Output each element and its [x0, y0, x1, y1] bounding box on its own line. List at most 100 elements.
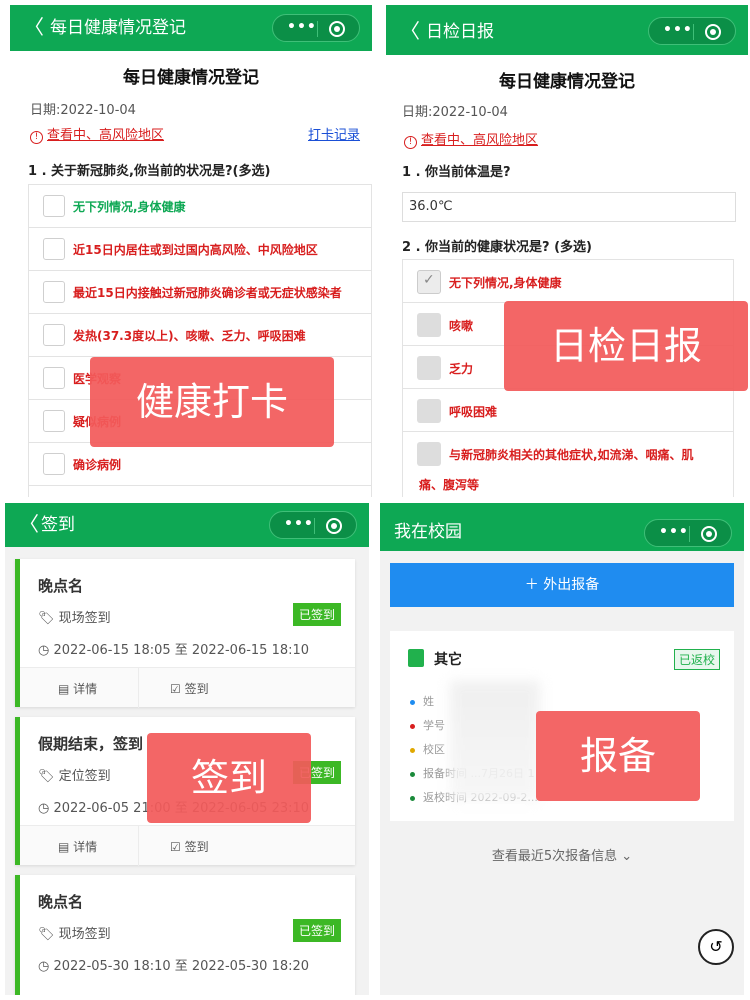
- time-range: ◷ 2022-06-15 18:05 至 2022-06-15 18:10: [38, 643, 310, 658]
- tag-icon: 🏷: [38, 611, 59, 626]
- risk-area-link[interactable]: ! 查看中、高风险地区: [30, 124, 164, 144]
- checkbox-checked[interactable]: ✓: [417, 270, 441, 294]
- miniprogram-capsule[interactable]: •••: [269, 511, 357, 539]
- chevron-down-icon: ⌄: [617, 849, 633, 864]
- option-item[interactable]: 确诊病例: [28, 442, 372, 485]
- card-actions: ▤ 详情 ☑ 签到: [20, 667, 355, 708]
- view-more-link[interactable]: 查看最近5次报备信息 ⌄: [380, 845, 744, 864]
- close-miniprogram-icon[interactable]: [705, 24, 721, 40]
- checkbox[interactable]: [43, 410, 65, 432]
- document-icon: ▤: [58, 682, 74, 696]
- overlay-label: 日检日报: [504, 301, 748, 391]
- status-badge: 已返校: [673, 649, 720, 670]
- info-row: 校区: [410, 741, 445, 757]
- card-title: 其它: [434, 652, 462, 668]
- alert-icon: !: [30, 131, 43, 144]
- calendar-check-icon: ☑: [170, 840, 185, 854]
- overlay-label: 健康打卡: [90, 357, 334, 447]
- tag-icon: 🏷: [38, 927, 59, 942]
- question-2: 2 . 你当前的健康状况是? (多选): [402, 240, 592, 255]
- clock-icon: ◷: [38, 801, 54, 816]
- back-icon[interactable]: 〈: [400, 19, 420, 43]
- date-text: 日期:2022-10-04: [402, 105, 508, 120]
- card-title: 晚点名: [38, 893, 84, 911]
- checkin-record-link[interactable]: 打卡记录: [308, 124, 360, 143]
- close-miniprogram-icon[interactable]: [329, 21, 345, 37]
- time-range: ◷ 2022-05-30 18:10 至 2022-05-30 18:20: [38, 959, 310, 974]
- check-icon: ✓: [423, 272, 435, 288]
- return-icon[interactable]: ↺: [698, 929, 734, 965]
- checkbox[interactable]: [417, 313, 441, 337]
- checkbox[interactable]: [43, 324, 65, 346]
- checkin-button[interactable]: ☑ 签到: [170, 838, 209, 855]
- close-miniprogram-icon[interactable]: [326, 518, 342, 534]
- back-icon[interactable]: 〈: [24, 15, 44, 39]
- option-item[interactable]: 最近15日内接触过新冠肺炎确诊者或无症状感染者: [28, 270, 372, 313]
- document-icon: [408, 649, 424, 667]
- miniprogram-capsule[interactable]: •••: [648, 17, 736, 45]
- panel-sign-in: 〈 签到 ••• 晚点名 🏷 现场签到 已签到 ◷ 2022-06-15 18:…: [5, 503, 369, 995]
- checkbox[interactable]: [417, 399, 441, 423]
- top-bar: 〈 日检日报 •••: [386, 5, 748, 55]
- signin-card[interactable]: 晚点名 🏷 现场签到 已签到 ◷ 2022-05-30 18:10 至 2022…: [15, 875, 355, 995]
- option-item[interactable]: [28, 485, 372, 497]
- option-item[interactable]: 呼吸困难: [402, 388, 734, 431]
- temperature-input[interactable]: 36.0℃: [402, 192, 736, 222]
- top-bar: 〈 签到 •••: [5, 503, 369, 547]
- privacy-blur: [450, 681, 540, 801]
- checkbox[interactable]: [43, 238, 65, 260]
- checkbox[interactable]: [43, 453, 65, 475]
- option-item[interactable]: 无下列情况,身体健康: [28, 184, 372, 227]
- outing-report-button[interactable]: ＋ 外出报备: [390, 563, 734, 607]
- miniprogram-capsule[interactable]: •••: [644, 519, 732, 547]
- panel-campus-report: 我在校园 ••• ＋ 外出报备 其它 已返校 姓 学号 校区 报备时间 ...7…: [380, 503, 744, 995]
- top-bar-title: 每日健康情况登记: [50, 18, 186, 38]
- more-icon[interactable]: •••: [663, 22, 693, 38]
- risk-area-link[interactable]: ! 查看中、高风险地区: [404, 129, 538, 149]
- form-title: 每日健康情况登记: [123, 68, 259, 88]
- tag-icon: 🏷: [38, 769, 59, 784]
- detail-button[interactable]: ▤ 详情: [58, 838, 97, 855]
- card-actions: ▤ 详情 ☑ 签到: [20, 825, 355, 866]
- clock-icon: ◷: [38, 643, 54, 658]
- document-icon: ▤: [58, 840, 74, 854]
- calendar-check-icon: ☑: [170, 682, 185, 696]
- form-title: 每日健康情况登记: [499, 72, 635, 92]
- checkbox[interactable]: [43, 281, 65, 303]
- question-1: 1 . 关于新冠肺炎,你当前的状况是?(多选): [28, 164, 271, 179]
- detail-button[interactable]: ▤ 详情: [58, 680, 97, 697]
- signin-mode: 🏷 现场签到: [38, 927, 111, 942]
- option-item[interactable]: 发热(37.3度以上)、咳嗽、乏力、呼吸困难: [28, 313, 372, 356]
- option-item[interactable]: 与新冠肺炎相关的其他症状,如流涕、咽痛、肌 痛、腹泻等: [402, 431, 734, 497]
- signin-card[interactable]: 晚点名 🏷 现场签到 已签到 ◷ 2022-06-15 18:05 至 2022…: [15, 559, 355, 708]
- card-title: 假期结束，签到: [38, 735, 144, 753]
- signin-mode: 🏷 现场签到: [38, 611, 111, 626]
- info-row: 学号: [410, 717, 445, 733]
- back-icon[interactable]: 〈: [19, 512, 39, 536]
- top-bar: 〈 每日健康情况登记 •••: [10, 5, 372, 51]
- close-miniprogram-icon[interactable]: [701, 526, 717, 542]
- checkbox[interactable]: [43, 367, 65, 389]
- checkbox[interactable]: [43, 195, 65, 217]
- more-icon[interactable]: •••: [287, 19, 317, 35]
- question-1: 1 . 你当前体温是?: [402, 165, 511, 180]
- clock-icon: ◷: [38, 959, 54, 974]
- checkbox[interactable]: [417, 356, 441, 380]
- more-icon[interactable]: •••: [659, 524, 689, 540]
- more-icon[interactable]: •••: [284, 516, 314, 532]
- top-bar-title: 日检日报: [426, 22, 494, 42]
- overlay-label: 报备: [536, 711, 700, 801]
- info-row: 姓: [410, 693, 434, 709]
- signin-mode: 🏷 定位签到: [38, 769, 111, 784]
- option-item[interactable]: ✓ 无下列情况,身体健康: [402, 259, 734, 302]
- top-bar-title: 我在校园: [394, 522, 462, 542]
- panel-health-checkin: 〈 每日健康情况登记 ••• 每日健康情况登记 日期:2022-10-04 ! 查…: [10, 5, 372, 497]
- date-text: 日期:2022-10-04: [30, 103, 136, 118]
- checkin-button[interactable]: ☑ 签到: [170, 680, 209, 697]
- option-item[interactable]: 近15日内居住或到过国内高风险、中风险地区: [28, 227, 372, 270]
- miniprogram-capsule[interactable]: •••: [272, 14, 360, 42]
- overlay-label: 签到: [147, 733, 311, 823]
- checkbox[interactable]: [417, 442, 441, 466]
- status-badge: 已签到: [292, 919, 341, 942]
- top-bar: 我在校园 •••: [380, 503, 744, 551]
